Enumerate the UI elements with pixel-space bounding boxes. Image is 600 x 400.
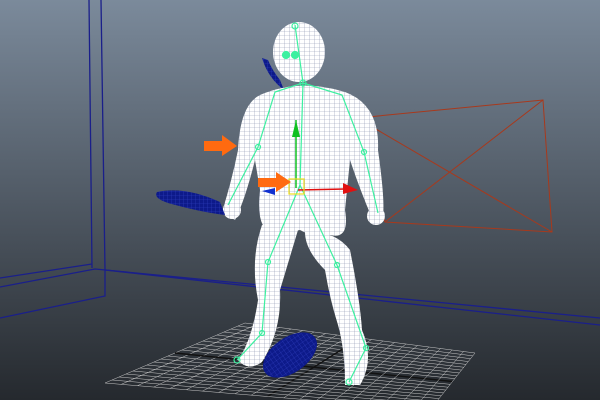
scene-canvas[interactable]: [0, 0, 600, 400]
3d-viewport[interactable]: [0, 0, 600, 400]
